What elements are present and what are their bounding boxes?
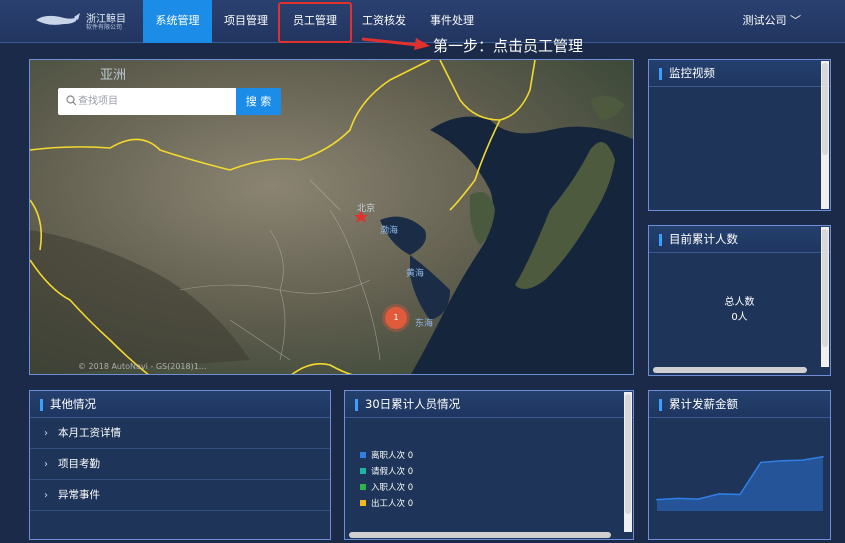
payroll-point-4 bbox=[739, 493, 741, 496]
payroll-point-3 bbox=[718, 493, 721, 495]
chevron-right-icon: › bbox=[44, 428, 48, 439]
payroll-point-6 bbox=[780, 459, 783, 462]
total-headcount-label: 总人数 bbox=[724, 297, 755, 308]
list-item-attendance[interactable]: › 项目考勤 bbox=[30, 449, 330, 480]
payroll-point-2 bbox=[697, 498, 700, 500]
map-copyright: © 2018 AutoNavi - GS(2018)1... bbox=[78, 362, 207, 371]
monitoring-video-panel: 监控视频 bbox=[648, 59, 831, 211]
legend-item-join: 入职人次 0 bbox=[360, 481, 413, 493]
company-logo[interactable]: 浙江鲸目 软件有限公司 bbox=[34, 9, 134, 33]
thirty-day-personnel-panel: 30日累计人员情况 离职人次 0 请假人次 0 入职人次 0 出工人次 0 bbox=[344, 390, 634, 540]
search-button[interactable]: 搜 索 bbox=[236, 88, 281, 115]
legend-item-leave: 请假人次 0 bbox=[360, 465, 413, 477]
payroll-point-5 bbox=[759, 461, 762, 464]
payroll-area-fill bbox=[657, 456, 823, 511]
headcount-scrollbar[interactable] bbox=[822, 229, 828, 347]
total-headcount-value: 0人 bbox=[731, 312, 748, 323]
payroll-point-1 bbox=[676, 497, 679, 500]
legend-item-work: 出工人次 0 bbox=[360, 497, 413, 509]
map-label-bohai: 渤海 bbox=[380, 226, 399, 236]
map-label-region: 亚洲 bbox=[100, 68, 127, 83]
panel-title: 30日累计人员情况 bbox=[345, 391, 633, 418]
panel-title: 其他情况 bbox=[30, 391, 330, 418]
nav-project-management[interactable]: 项目管理 bbox=[214, 0, 278, 43]
panel-title: 累计发薪金额 bbox=[649, 391, 830, 418]
headcount-panel: 目前累计人数 总人数 0人 bbox=[648, 225, 831, 376]
panel-title: 目前累计人数 bbox=[649, 226, 830, 253]
company-selector[interactable]: 测试公司 ﹀ bbox=[743, 0, 802, 42]
chevron-right-icon: › bbox=[44, 490, 48, 501]
payroll-amount-panel: 累计发薪金额 bbox=[648, 390, 831, 540]
chevron-right-icon: › bbox=[44, 459, 48, 470]
annotation-arrow-icon bbox=[361, 37, 430, 50]
thirty-day-scrollbar[interactable] bbox=[625, 394, 631, 514]
payroll-point-0 bbox=[656, 498, 658, 501]
panel-title: 监控视频 bbox=[649, 60, 830, 87]
map-panel[interactable]: 亚洲 北京 渤海 黄海 东海 搜 索 1 © 2018 AutoNavi - G… bbox=[29, 59, 634, 375]
whale-logo-icon bbox=[36, 13, 80, 25]
logo-company-subtitle: 软件有限公司 bbox=[86, 24, 123, 31]
headcount-horizontal-scrollbar[interactable] bbox=[653, 367, 807, 373]
thirty-day-horizontal-scrollbar[interactable] bbox=[349, 532, 611, 538]
list-item-monthly-salary[interactable]: › 本月工资详情 bbox=[30, 418, 330, 449]
map-search-box bbox=[58, 88, 236, 115]
video-scrollbar[interactable] bbox=[822, 63, 828, 155]
map-label-east-sea: 东海 bbox=[415, 319, 434, 329]
map-cluster-marker[interactable]: 1 bbox=[385, 307, 407, 329]
annotation-highlight-box bbox=[278, 2, 352, 43]
legend-item-resign: 离职人次 0 bbox=[360, 449, 413, 461]
payroll-area-chart bbox=[656, 455, 824, 511]
search-icon bbox=[66, 95, 77, 106]
annotation-step-note: 第一步：点击员工管理 bbox=[433, 37, 584, 55]
list-item-exceptions[interactable]: › 异常事件 bbox=[30, 480, 330, 511]
search-input[interactable] bbox=[78, 91, 228, 111]
map-label-yellow-sea: 黄海 bbox=[406, 269, 425, 279]
other-situations-panel: 其他情况 › 本月工资详情 › 项目考勤 › 异常事件 bbox=[29, 390, 331, 540]
nav-system-management[interactable]: 系统管理 bbox=[143, 0, 212, 43]
payroll-point-7 bbox=[801, 459, 804, 461]
map-label-capital: 北京 bbox=[357, 204, 376, 214]
payroll-point-8 bbox=[822, 455, 824, 458]
